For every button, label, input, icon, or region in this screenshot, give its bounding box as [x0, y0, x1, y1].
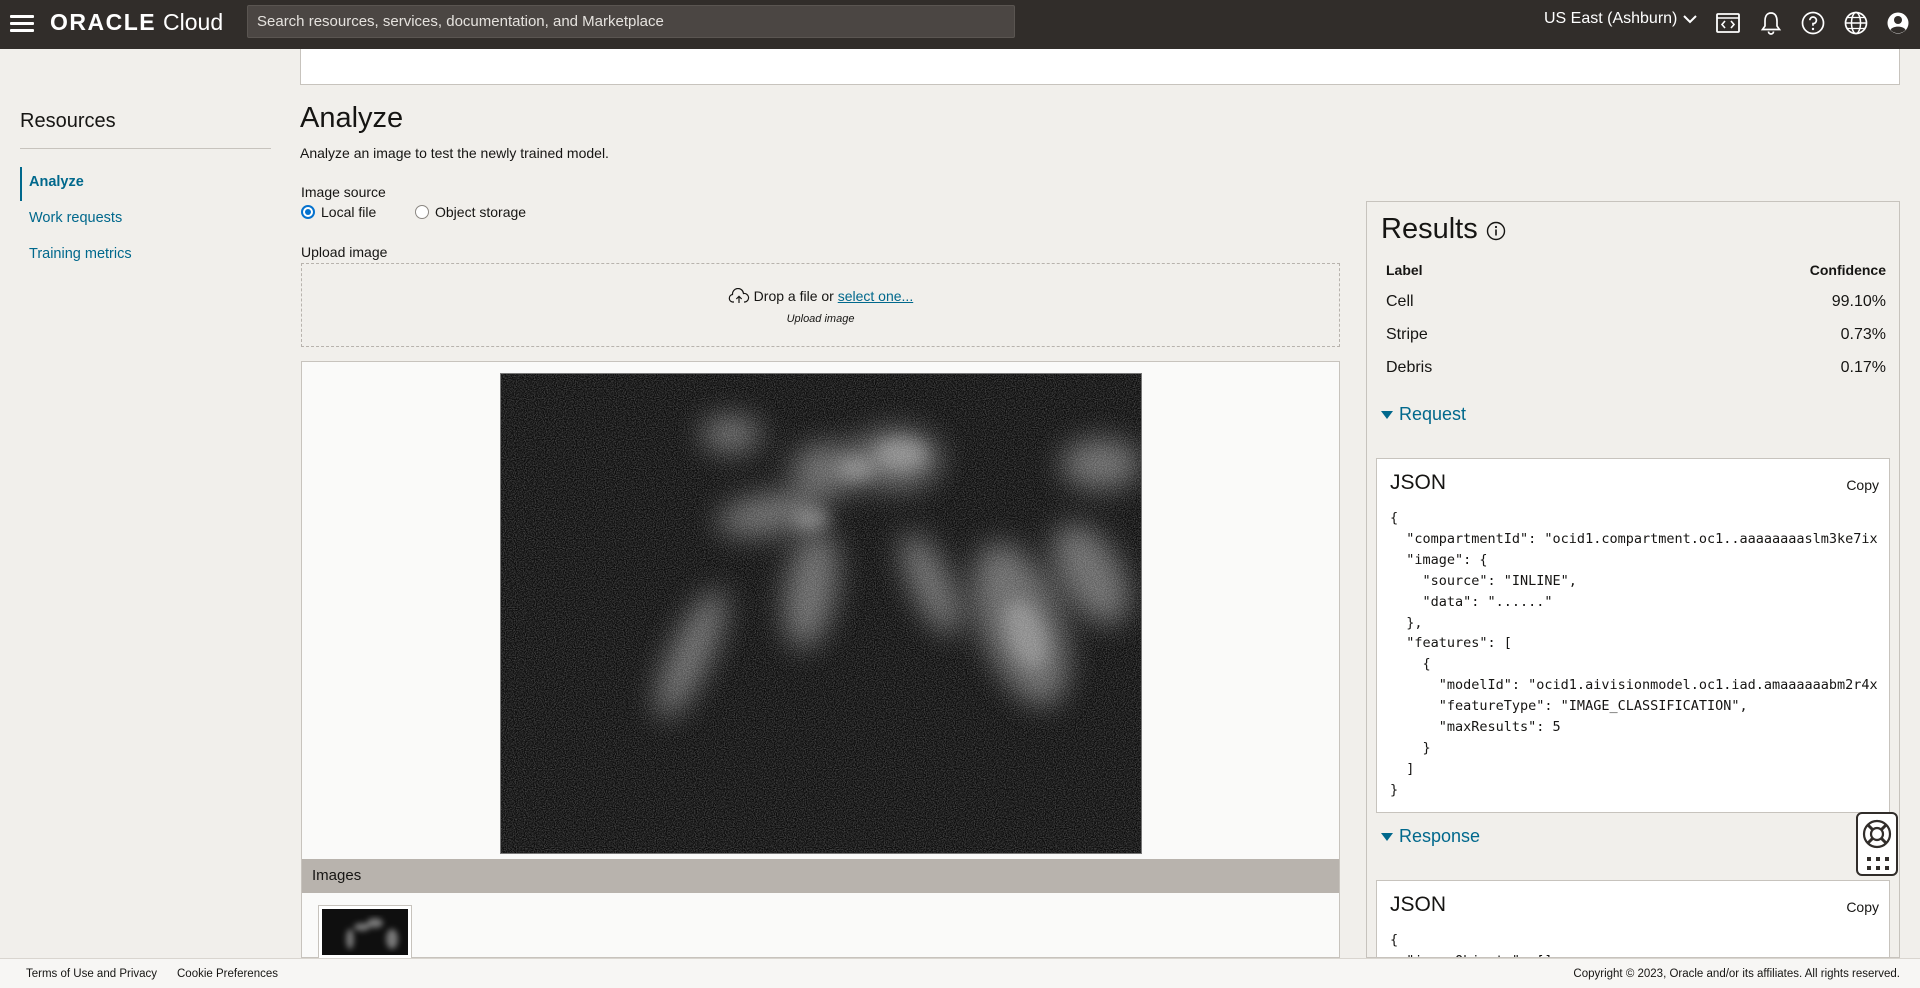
file-dropzone[interactable]: Drop a file or select one... Upload imag…	[301, 263, 1340, 347]
image-thumbnail[interactable]	[318, 905, 412, 959]
sidebar-item-work-requests[interactable]: Work requests	[20, 203, 271, 239]
result-label: Debris	[1386, 359, 1433, 376]
drop-instruction: Drop a file or select one...	[302, 287, 1339, 304]
image-source-label: Image source	[301, 184, 386, 200]
request-json-code: { "compartmentId": "ocid1.compartment.oc…	[1390, 510, 1878, 798]
search-input[interactable]	[247, 5, 1015, 38]
previous-section-panel	[300, 49, 1900, 85]
menu-icon[interactable]	[8, 10, 34, 36]
drop-text: Drop a file or	[753, 288, 834, 304]
response-heading: Response	[1399, 826, 1481, 846]
globe-icon[interactable]	[1842, 9, 1870, 37]
response-json-code: { "imageObjects": [],	[1390, 932, 1561, 957]
result-label: Stripe	[1386, 326, 1428, 343]
apps-grid-icon	[1867, 857, 1889, 870]
region-selector[interactable]: US East (Ashburn)	[1544, 10, 1698, 28]
request-json-card: JSON Copy { "compartmentId": "ocid1.comp…	[1376, 458, 1890, 813]
table-row: Cell 99.10%	[1386, 293, 1886, 311]
caret-down-icon	[1381, 410, 1393, 419]
radio-object-storage-control[interactable]	[415, 205, 429, 219]
oracle-cloud-logo[interactable]: ORACLE Cloud	[50, 9, 223, 36]
analyzed-image[interactable]	[500, 373, 1142, 854]
response-toggle[interactable]: Response	[1381, 826, 1480, 847]
result-confidence: 0.17%	[1840, 359, 1886, 376]
page-description: Analyze an image to test the newly train…	[300, 145, 609, 161]
response-copy-button[interactable]: Copy	[1846, 899, 1879, 915]
bell-icon[interactable]	[1757, 9, 1785, 37]
caret-down-icon	[1381, 832, 1393, 841]
brand-oracle: ORACLE	[50, 9, 157, 35]
chevron-down-icon	[1683, 15, 1698, 24]
region-label: US East (Ashburn)	[1544, 10, 1678, 27]
sidebar-item-training-metrics[interactable]: Training metrics	[20, 239, 271, 275]
sidebar-item-analyze[interactable]: Analyze	[20, 167, 271, 203]
cloud-shell-icon[interactable]	[1714, 9, 1742, 37]
results-panel: Results Label Confidence Cell 99.10% Str…	[1366, 201, 1900, 958]
images-bar: Images	[302, 859, 1339, 893]
image-preview-panel: Images	[301, 361, 1340, 959]
radio-local-file-label: Local file	[321, 204, 377, 220]
request-toggle[interactable]: Request	[1381, 404, 1466, 425]
upload-image-label: Upload image	[301, 244, 388, 260]
info-icon[interactable]	[1485, 220, 1507, 242]
help-icon[interactable]	[1799, 9, 1827, 37]
result-label: Cell	[1386, 293, 1414, 310]
resources-nav: Analyze Work requests Training metrics	[20, 167, 271, 275]
cloud-upload-icon	[728, 287, 749, 303]
result-confidence: 0.73%	[1840, 326, 1886, 343]
lifebuoy-icon	[1862, 819, 1892, 849]
drop-subtext: Upload image	[786, 313, 855, 325]
resources-heading: Resources	[20, 110, 116, 132]
help-widget[interactable]	[1856, 812, 1898, 876]
results-heading: Results	[1381, 213, 1478, 245]
response-json-card: JSON Copy { "imageObjects": [],	[1376, 880, 1890, 957]
result-confidence: 99.10%	[1831, 293, 1886, 310]
column-header-label: Label	[1386, 262, 1423, 278]
radio-object-storage[interactable]: Object storage	[415, 204, 526, 220]
footer: Terms of Use and Privacy Cookie Preferen…	[0, 958, 1920, 988]
table-row: Stripe 0.73%	[1386, 326, 1886, 344]
request-copy-button[interactable]: Copy	[1846, 477, 1879, 493]
radio-local-file-control[interactable]	[301, 205, 315, 219]
terms-link[interactable]: Terms of Use and Privacy	[26, 968, 157, 980]
brand-cloud: Cloud	[163, 9, 224, 35]
user-profile-icon[interactable]	[1884, 9, 1912, 37]
select-file-link[interactable]: select one...	[838, 288, 914, 304]
top-navigation-bar: ORACLE Cloud US East (Ashburn)	[0, 0, 1920, 49]
copyright-text: Copyright © 2023, Oracle and/or its affi…	[1573, 968, 1900, 980]
page-title: Analyze	[300, 102, 404, 134]
radio-local-file[interactable]: Local file	[301, 204, 376, 220]
table-row: Debris 0.17%	[1386, 359, 1886, 377]
divider	[20, 148, 271, 149]
request-heading: Request	[1399, 404, 1467, 424]
cookie-preferences-link[interactable]: Cookie Preferences	[177, 968, 278, 980]
request-json-title: JSON	[1390, 471, 1447, 494]
column-header-confidence: Confidence	[1809, 262, 1886, 278]
response-json-title: JSON	[1390, 893, 1447, 916]
radio-object-storage-label: Object storage	[435, 204, 527, 220]
results-table-header: Label Confidence	[1386, 262, 1886, 278]
